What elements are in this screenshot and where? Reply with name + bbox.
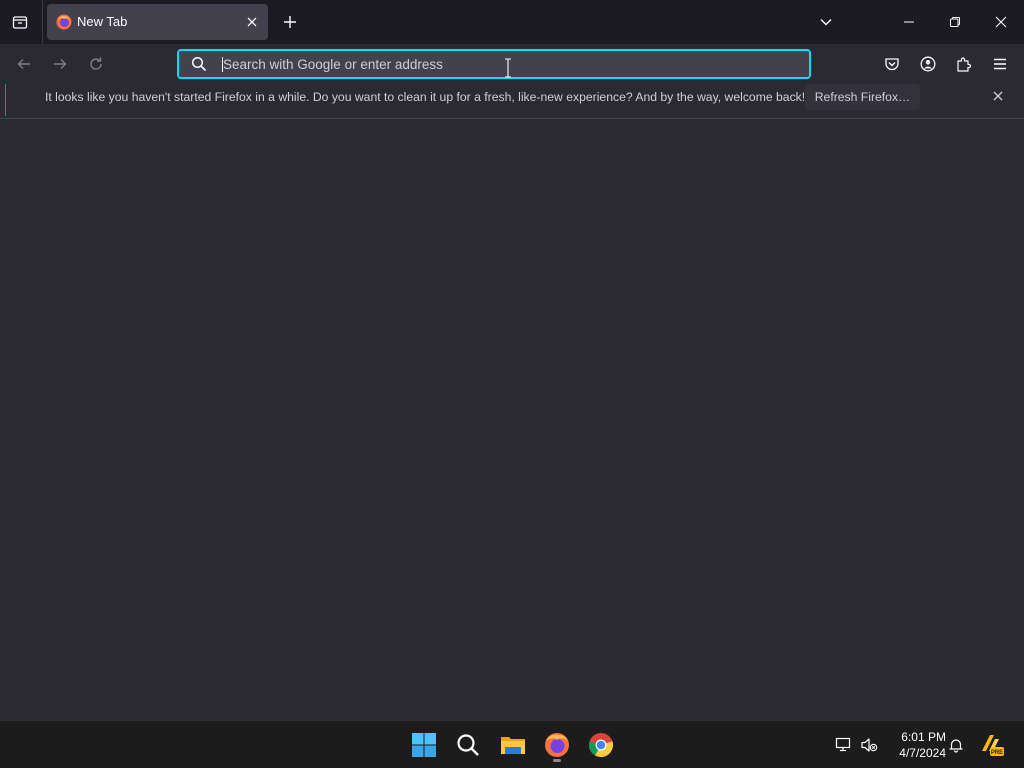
puzzle-icon (957, 57, 972, 72)
minimize-icon (904, 21, 914, 23)
list-all-tabs-button[interactable] (812, 8, 840, 36)
notification-close-button[interactable] (988, 86, 1008, 106)
firefox-view-button[interactable] (6, 8, 34, 36)
restore-icon (950, 17, 960, 27)
tab-new-tab[interactable]: New Tab (47, 4, 268, 40)
windows-taskbar: 6:01 PM 4/7/2024 PRE (0, 720, 1024, 768)
preview-badge-text: PRE (991, 750, 1003, 756)
back-button[interactable] (10, 50, 38, 78)
reload-icon (90, 57, 102, 70)
notification-message: It looks like you haven't started Firefo… (45, 90, 806, 104)
refresh-notification-bar: It looks like you haven't started Firefo… (5, 84, 1019, 116)
chevron-down-icon (820, 19, 832, 26)
forward-button[interactable] (46, 50, 74, 78)
close-icon (247, 17, 257, 27)
reload-button[interactable] (82, 50, 110, 78)
plus-icon (284, 16, 296, 28)
close-icon (993, 91, 1003, 101)
extensions-button[interactable] (950, 50, 978, 78)
pocket-icon (885, 58, 899, 71)
text-caret (222, 57, 223, 72)
minimize-button[interactable] (886, 0, 932, 44)
file-explorer-button[interactable] (497, 729, 529, 761)
app-menu-button[interactable] (986, 50, 1014, 78)
refresh-firefox-button[interactable]: Refresh Firefox… (805, 84, 920, 110)
firefox-favicon-icon (56, 14, 72, 30)
page-content-area[interactable] (0, 119, 1024, 720)
tab-close-button[interactable] (244, 14, 260, 30)
close-icon (995, 16, 1007, 28)
tab-separator (42, 0, 43, 44)
bell-icon (949, 739, 963, 753)
arrow-left-icon (17, 59, 30, 69)
firefox-taskbar-button[interactable] (541, 729, 573, 761)
account-icon (920, 56, 936, 72)
search-icon (191, 56, 207, 72)
start-button[interactable] (408, 729, 440, 761)
account-button[interactable] (914, 50, 942, 78)
clock-time: 6:01 PM (901, 730, 946, 744)
clock[interactable]: 6:01 PM 4/7/2024 (884, 729, 946, 761)
hamburger-menu-icon (994, 58, 1006, 70)
firefox-view-icon (12, 16, 28, 29)
close-window-button[interactable] (978, 0, 1024, 44)
arrow-right-icon (54, 59, 67, 69)
preview-badge-icon: PRE (982, 735, 1004, 756)
firefox-icon (545, 733, 569, 757)
network-tray-button[interactable] (834, 735, 854, 755)
search-icon (457, 734, 479, 756)
address-bar[interactable] (177, 49, 811, 79)
tab-title: New Tab (77, 14, 128, 29)
network-icon (835, 737, 851, 752)
preview-build-tray-button[interactable]: PRE (980, 733, 1004, 757)
save-to-pocket-button[interactable] (878, 50, 906, 78)
speaker-muted-icon (861, 738, 878, 752)
chrome-taskbar-button[interactable] (585, 729, 617, 761)
new-tab-button[interactable] (276, 8, 304, 36)
text-cursor-icon (505, 58, 511, 78)
windows-start-icon (412, 733, 436, 757)
firefox-running-indicator (553, 759, 561, 762)
tab-strip: New Tab (0, 0, 1024, 44)
volume-tray-button[interactable] (859, 735, 879, 755)
folder-icon (501, 737, 525, 754)
restore-button[interactable] (932, 0, 978, 44)
notifications-button[interactable] (946, 735, 966, 755)
navigation-toolbar (0, 44, 1024, 84)
clock-date: 4/7/2024 (899, 746, 946, 760)
taskbar-search-button[interactable] (452, 729, 484, 761)
chrome-icon (589, 733, 613, 757)
